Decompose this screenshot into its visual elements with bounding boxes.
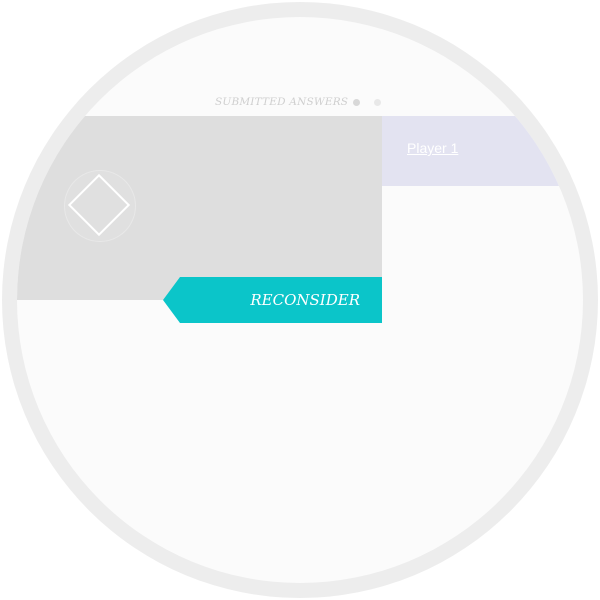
- pager-dot[interactable]: [374, 99, 381, 106]
- circular-frame: SUBMITTED ANSWERS Player 1 RECONSIDER: [2, 2, 598, 598]
- reconsider-label: RECONSIDER: [250, 291, 360, 309]
- app-screen: SUBMITTED ANSWERS Player 1 RECONSIDER: [0, 0, 600, 600]
- player-name-link[interactable]: Player 1: [407, 140, 458, 156]
- circular-viewport: SUBMITTED ANSWERS Player 1 RECONSIDER: [17, 17, 583, 583]
- submitted-answers-title: SUBMITTED ANSWERS: [215, 96, 349, 108]
- reconsider-button[interactable]: RECONSIDER: [163, 277, 382, 323]
- pager-dot-active[interactable]: [353, 99, 360, 106]
